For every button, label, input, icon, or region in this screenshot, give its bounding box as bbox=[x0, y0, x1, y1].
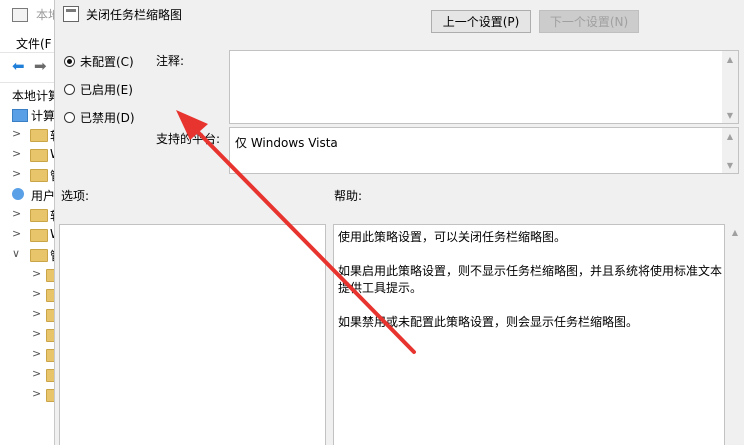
dialog-title: 关闭任务栏缩略图 bbox=[86, 8, 183, 22]
tree-item-admin[interactable]: > 管 bbox=[0, 165, 62, 185]
scroll-down-icon[interactable]: ▼ bbox=[722, 107, 738, 123]
help-text: 使用此策略设置，可以关闭任务栏缩略图。 如果启用此策略设置，则不显示任务栏缩略图… bbox=[338, 229, 722, 348]
chevron-right-icon[interactable]: > bbox=[32, 287, 41, 300]
policy-icon bbox=[63, 6, 79, 22]
tree-item-label: 计算 bbox=[31, 109, 56, 123]
folder-icon bbox=[30, 249, 48, 262]
chevron-right-icon[interactable]: > bbox=[12, 147, 21, 160]
tree-view: 本地计算 计算 > 软 > W > 管 用户 > 软 bbox=[0, 82, 64, 446]
radio-disabled[interactable]: 已禁用(D) bbox=[64, 108, 135, 126]
scroll-down-icon[interactable]: ▼ bbox=[722, 157, 738, 173]
back-arrow-icon[interactable]: ⬅ bbox=[12, 59, 25, 74]
forward-arrow-icon[interactable]: ➡ bbox=[34, 59, 47, 74]
chevron-right-icon[interactable]: > bbox=[12, 167, 21, 180]
radio-button[interactable] bbox=[64, 83, 75, 95]
tree-item-computer[interactable]: 计算 bbox=[0, 105, 60, 125]
tree-item-child[interactable]: > bbox=[0, 385, 64, 405]
scroll-up-icon[interactable]: ▲ bbox=[722, 51, 738, 67]
folder-icon bbox=[30, 149, 48, 162]
radio-button[interactable] bbox=[64, 111, 75, 123]
window-icon bbox=[12, 8, 28, 22]
tree-item-user-admin[interactable]: ∨ 管 bbox=[0, 245, 62, 265]
background-titlebar: 本地 bbox=[0, 0, 60, 30]
chevron-right-icon[interactable]: > bbox=[12, 207, 21, 220]
help-paragraph: 如果禁用或未配置此策略设置，则会显示任务栏缩略图。 bbox=[338, 315, 639, 329]
radio-label: 已启用(E) bbox=[80, 82, 133, 97]
background-menu-bar: 文件(F bbox=[0, 30, 60, 52]
tree-item-user-software[interactable]: > 软 bbox=[0, 205, 62, 225]
options-label: 选项: bbox=[61, 189, 90, 203]
radio-label: 已禁用(D) bbox=[80, 110, 135, 125]
scroll-up-icon[interactable]: ▲ bbox=[722, 128, 738, 144]
user-icon bbox=[12, 188, 24, 200]
supported-scrollbar[interactable]: ▲ ▼ bbox=[722, 128, 738, 173]
tree-item-child[interactable]: > bbox=[0, 345, 64, 365]
chevron-right-icon[interactable]: > bbox=[12, 227, 21, 240]
tree-item-child[interactable]: > bbox=[0, 265, 64, 285]
background-toolbar: ⬅ ➡ bbox=[0, 52, 60, 81]
help-scrollbar[interactable]: ▲ bbox=[727, 224, 743, 445]
chevron-right-icon[interactable]: > bbox=[32, 387, 41, 400]
chevron-right-icon[interactable]: > bbox=[32, 347, 41, 360]
tree-item-software[interactable]: > 软 bbox=[0, 125, 62, 145]
policy-setting-dialog: 关闭任务栏缩略图 上一个设置(P) 下一个设置(N) 未配置(C) 已启用(E)… bbox=[54, 0, 744, 445]
tree-item-label: 用户 bbox=[31, 189, 56, 203]
tree-item-windows[interactable]: > W bbox=[0, 145, 62, 165]
help-paragraph: 使用此策略设置，可以关闭任务栏缩略图。 bbox=[338, 230, 567, 244]
tree-item-child[interactable]: > bbox=[0, 285, 64, 305]
menu-file[interactable]: 文件(F bbox=[16, 35, 52, 52]
comment-scrollbar[interactable]: ▲ ▼ bbox=[722, 51, 738, 123]
help-label: 帮助: bbox=[334, 189, 363, 203]
previous-setting-button[interactable]: 上一个设置(P) bbox=[431, 10, 531, 33]
folder-icon bbox=[30, 229, 48, 242]
chevron-right-icon[interactable]: > bbox=[32, 327, 41, 340]
computer-icon bbox=[12, 109, 28, 122]
tree-item-child[interactable]: > bbox=[0, 325, 64, 345]
supported-platform-value: 仅 Windows Vista bbox=[235, 136, 338, 150]
chevron-right-icon[interactable]: > bbox=[12, 127, 21, 140]
folder-icon bbox=[30, 209, 48, 222]
radio-enabled[interactable]: 已启用(E) bbox=[64, 80, 133, 98]
comment-textarea[interactable]: ▲ ▼ bbox=[229, 50, 739, 124]
chevron-right-icon[interactable]: > bbox=[32, 367, 41, 380]
tree-item-user-windows[interactable]: > W bbox=[0, 225, 62, 245]
radio-label: 未配置(C) bbox=[80, 54, 134, 69]
chevron-down-icon[interactable]: ∨ bbox=[12, 247, 20, 260]
help-panel: 使用此策略设置，可以关闭任务栏缩略图。 如果启用此策略设置，则不显示任务栏缩略图… bbox=[333, 224, 725, 445]
tree-item-label: 本地计算 bbox=[12, 89, 61, 103]
supported-platform-label: 支持的平台: bbox=[156, 132, 221, 146]
tree-item-child[interactable]: > bbox=[0, 305, 64, 325]
help-paragraph: 如果启用此策略设置，则不显示任务栏缩略图，并且系统将使用标准文本提供工具提示。 bbox=[338, 264, 723, 295]
next-setting-button[interactable]: 下一个设置(N) bbox=[539, 10, 639, 33]
background-editor-window: 本地 文件(F ⬅ ➡ 本地计算 计算 > 软 > W > 管 bbox=[0, 0, 64, 446]
comment-label: 注释: bbox=[156, 54, 185, 68]
supported-platform-box: 仅 Windows Vista ▲ ▼ bbox=[229, 127, 739, 174]
radio-button[interactable] bbox=[64, 55, 75, 67]
folder-icon bbox=[30, 169, 48, 182]
tree-item-child[interactable]: > bbox=[0, 365, 64, 385]
scroll-up-icon[interactable]: ▲ bbox=[727, 228, 743, 240]
chevron-right-icon[interactable]: > bbox=[32, 307, 41, 320]
tree-item-local-computer[interactable]: 本地计算 bbox=[0, 85, 60, 105]
options-panel bbox=[59, 224, 326, 445]
tree-item-user[interactable]: 用户 bbox=[0, 185, 60, 205]
radio-not-configured[interactable]: 未配置(C) bbox=[64, 52, 134, 70]
folder-icon bbox=[30, 129, 48, 142]
chevron-right-icon[interactable]: > bbox=[32, 267, 41, 280]
